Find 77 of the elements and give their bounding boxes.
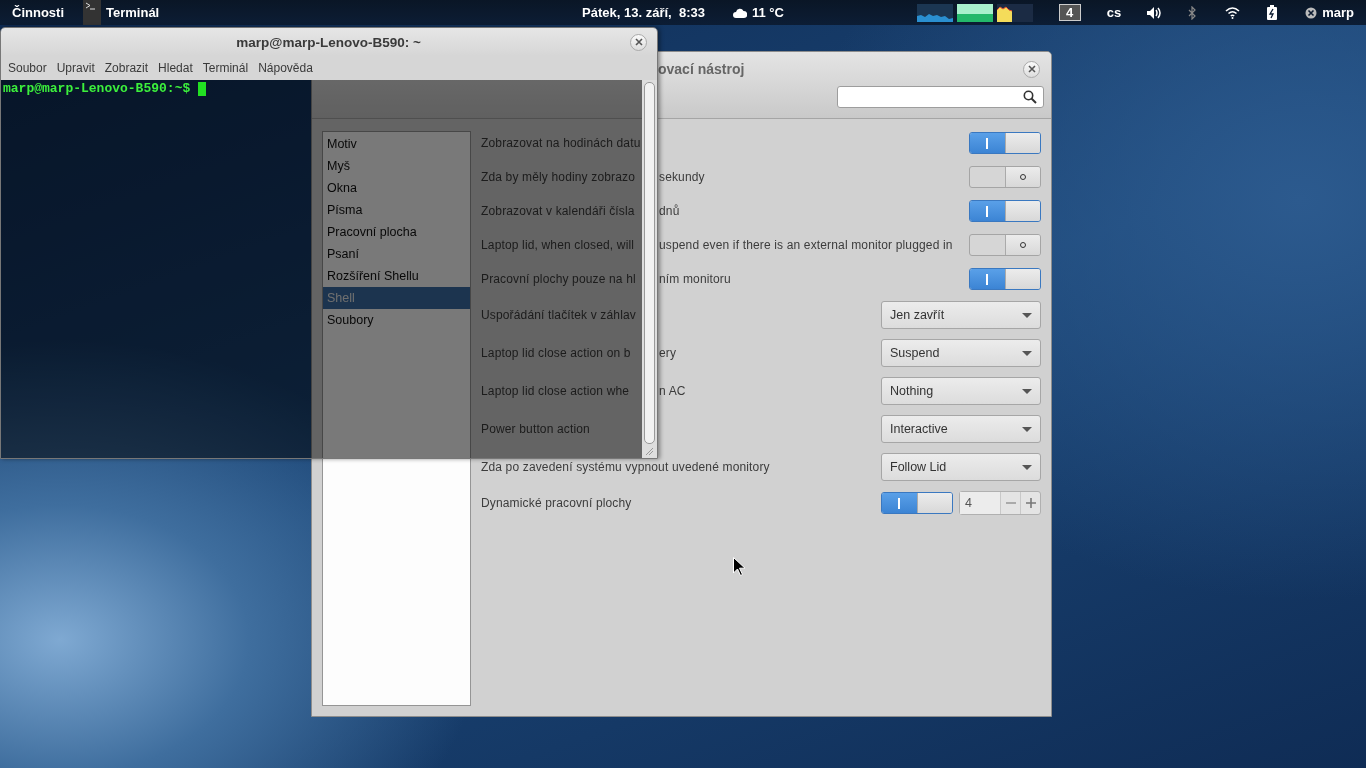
setting-label: Laptop lid, when closed, will xyxy=(481,238,636,252)
caret-icon xyxy=(1022,350,1032,356)
close-icon xyxy=(634,38,643,46)
menu-item[interactable]: Hledat xyxy=(153,56,198,80)
setting-label: sekundy xyxy=(659,170,705,184)
toggle-switch[interactable] xyxy=(969,132,1041,154)
dropdown[interactable]: Follow Lid xyxy=(881,453,1041,481)
caret-icon xyxy=(1022,426,1032,432)
battery-icon xyxy=(1267,5,1278,20)
toggle-switch[interactable] xyxy=(969,200,1041,222)
terminal-prompt: marp@marp-Lenovo-B590:~$ xyxy=(3,81,191,96)
setting-label: Dynamické pracovní plochy xyxy=(481,496,632,510)
usage-graph-drawing xyxy=(996,3,1033,22)
setting-label: Pracovní plochy pouze na hl xyxy=(481,272,637,286)
setting-label: Laptop lid close action whe xyxy=(481,384,631,398)
wifi-icon xyxy=(1225,6,1241,19)
setting-label: Zobrazovat na hodinách datu xyxy=(481,136,641,150)
keyboard-layout[interactable]: cs xyxy=(1106,0,1122,25)
sidebar-item[interactable]: Psaní xyxy=(323,243,470,265)
activities-button[interactable]: Činnosti xyxy=(0,0,76,25)
close-button[interactable] xyxy=(630,33,647,51)
window-title: ovací nástroj xyxy=(658,61,746,77)
volume-icon xyxy=(1146,5,1163,20)
toggle-switch[interactable] xyxy=(969,166,1041,188)
sidebar-item[interactable]: Okna xyxy=(323,177,470,199)
sidebar-item[interactable]: Soubory xyxy=(323,309,470,331)
close-button[interactable] xyxy=(1023,60,1040,78)
sidebar-item[interactable]: Motiv xyxy=(323,133,470,155)
menu-item[interactable]: Terminál xyxy=(197,56,254,80)
setting-label: Power button action xyxy=(481,422,590,436)
clock[interactable]: Pátek, 13. září, 8:33 xyxy=(582,0,705,25)
app-menu[interactable]: Terminál xyxy=(83,0,160,25)
user-menu[interactable]: marp xyxy=(1305,0,1354,25)
bluetooth-icon xyxy=(1188,5,1197,20)
setting-label: dnů xyxy=(659,204,680,218)
setting-label: Zda by měly hodiny zobrazo xyxy=(481,170,636,184)
usage-graph-drawing xyxy=(956,3,993,22)
scrollbar-thumb[interactable] xyxy=(644,82,655,444)
dropdown[interactable]: Interactive xyxy=(881,415,1041,443)
toggle-switch[interactable] xyxy=(881,492,953,514)
search-field[interactable] xyxy=(837,86,1044,108)
setting-label: ery xyxy=(659,346,677,360)
setting-label: ním monitoru xyxy=(659,272,731,286)
menu-item[interactable]: Soubor xyxy=(3,56,52,80)
toggle-switch[interactable] xyxy=(969,234,1041,256)
text-cursor xyxy=(198,82,207,96)
setting-label: uspend even if there is an external monitor plugged in xyxy=(659,238,953,252)
cursor-icon xyxy=(733,557,745,576)
search-icon xyxy=(1023,90,1037,104)
dropdown[interactable]: Nothing xyxy=(881,377,1041,405)
weather-button[interactable]: 11 °C xyxy=(732,0,784,25)
setting-label: Zobrazovat v kalendáři čísla xyxy=(481,204,636,218)
setting-label: Laptop lid close action on b xyxy=(481,346,632,360)
close-icon xyxy=(1027,65,1036,73)
usage-graph-drawing xyxy=(916,3,953,22)
sidebar-item[interactable]: Pracovní plocha xyxy=(323,221,470,243)
caret-icon xyxy=(1022,464,1032,470)
terminal-icon xyxy=(83,0,101,25)
caret-icon xyxy=(1022,388,1032,394)
dropdown[interactable]: Suspend xyxy=(881,339,1041,367)
sidebar-item[interactable]: Myš xyxy=(323,155,470,177)
user-status-icon xyxy=(1305,6,1318,19)
dropdown[interactable]: Jen zavřít xyxy=(881,301,1041,329)
caret-icon xyxy=(1022,312,1032,318)
workspace-indicator[interactable]: 4 xyxy=(1058,4,1081,21)
toggle-switch[interactable] xyxy=(969,268,1041,290)
menu-item[interactable]: Zobrazit xyxy=(99,56,154,80)
menu-item[interactable]: Upravit xyxy=(51,56,100,80)
sidebar-item[interactable]: Rozšíření Shellu xyxy=(323,265,470,287)
setting-label: Zda po zavedení systému vypnout uvedené monitory xyxy=(481,460,770,474)
menu-item[interactable]: Nápověda xyxy=(253,56,318,80)
sidebar-item[interactable]: Písma xyxy=(323,199,470,221)
resize-grip-icon[interactable] xyxy=(646,448,653,455)
cloud-icon xyxy=(732,7,747,18)
setting-label: Uspořádání tlačítek v záhlav xyxy=(481,308,636,322)
setting-label: n AC xyxy=(659,384,686,398)
window-title: marp@marp-Lenovo-B590: ~ xyxy=(235,34,422,50)
